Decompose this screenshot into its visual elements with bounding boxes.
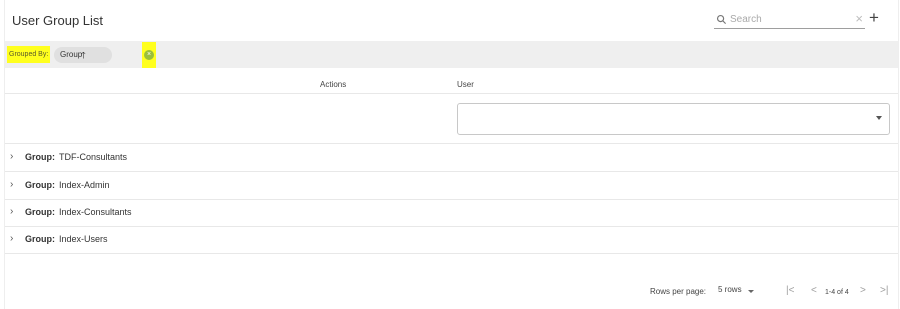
grouping-bar: Grouped By: Group 🡑 × xyxy=(5,41,898,68)
chip-remove-highlight: × xyxy=(142,42,156,68)
chevron-right-icon[interactable]: › xyxy=(10,152,13,162)
group-chip-label: Group xyxy=(60,50,83,59)
search-input[interactable] xyxy=(727,14,848,25)
group-value: Index-Consultants xyxy=(59,207,132,217)
rows-per-page-value: 5 rows xyxy=(718,285,742,294)
user-filter-select[interactable] xyxy=(457,103,890,135)
filter-row xyxy=(5,94,898,144)
group-row[interactable]: › Group: TDF-Consultants xyxy=(5,144,898,172)
next-page-button[interactable]: > xyxy=(860,285,866,297)
column-header-actions: Actions xyxy=(320,80,347,89)
remove-grouping-icon[interactable]: × xyxy=(144,50,154,60)
group-row[interactable]: › Group: Index-Admin xyxy=(5,172,898,200)
sort-ascending-icon[interactable]: 🡑 xyxy=(81,47,86,63)
group-key: Group: xyxy=(25,152,55,162)
group-value: Index-Admin xyxy=(59,180,110,190)
chevron-down-icon xyxy=(876,116,882,120)
last-page-button[interactable]: >| xyxy=(880,285,888,297)
first-page-button[interactable]: |< xyxy=(786,285,794,297)
page-title: User Group List xyxy=(12,13,104,28)
previous-page-button[interactable]: < xyxy=(811,285,817,297)
clear-search-icon[interactable]: × xyxy=(855,12,863,26)
group-chip[interactable]: Group 🡑 × xyxy=(54,42,156,68)
group-key: Group: xyxy=(25,180,55,190)
group-key: Group: xyxy=(25,207,55,217)
group-value: TDF-Consultants xyxy=(59,152,128,162)
chevron-down-icon xyxy=(747,290,754,293)
chevron-right-icon[interactable]: › xyxy=(10,180,13,190)
chevron-right-icon[interactable]: › xyxy=(10,207,13,217)
group-key: Group: xyxy=(25,234,55,244)
search-box[interactable]: × xyxy=(714,11,865,29)
pagination-range: 1-4 of 4 xyxy=(825,289,849,296)
group-value: Index-Users xyxy=(59,234,108,244)
add-group-button[interactable]: + xyxy=(869,8,879,28)
group-row[interactable]: › Group: Index-Users xyxy=(5,226,898,254)
search-icon xyxy=(716,14,727,25)
column-header-user[interactable]: User xyxy=(457,80,474,89)
rows-per-page-select[interactable]: 5 rows xyxy=(718,285,754,299)
table-header: Actions User xyxy=(5,68,898,94)
chevron-right-icon[interactable]: › xyxy=(10,234,13,244)
rows-per-page-label: Rows per page: xyxy=(650,287,707,296)
grouped-by-label: Grouped By: xyxy=(7,46,51,63)
user-group-panel: User Group List × + Grouped By: Group 🡑 … xyxy=(4,0,899,309)
group-row[interactable]: › Group: Index-Consultants xyxy=(5,199,898,227)
